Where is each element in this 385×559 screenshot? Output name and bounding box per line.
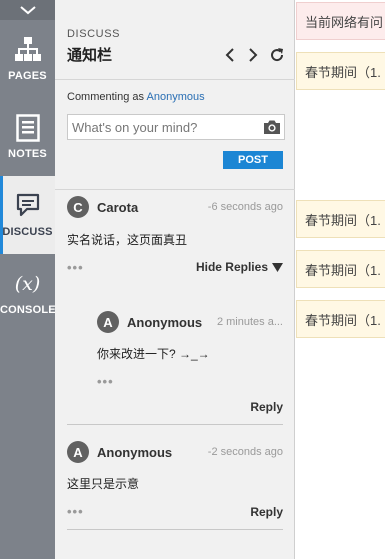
comment-time: -6 seconds ago [207, 201, 283, 213]
hide-replies-label: Hide Replies [195, 260, 268, 274]
rail-label-discuss: DISCUSS [2, 226, 53, 238]
sitemap-icon [14, 37, 41, 61]
commenting-user-link[interactable]: Anonymous [147, 91, 205, 103]
post-button[interactable]: POST [223, 151, 283, 169]
comment: C Carota -6 seconds ago 实名说话，这页面真丑 ••• H… [55, 190, 295, 285]
rail-label-pages: PAGES [8, 70, 47, 82]
comment-text: 实名说话，这页面真丑 [67, 233, 188, 247]
commenting-as: Commenting as Anonymous [67, 91, 205, 103]
panel-title: 通知栏 [67, 47, 113, 64]
list-item[interactable]: 春节期间（1. [296, 52, 385, 90]
prev-button[interactable] [221, 46, 239, 64]
notice-item[interactable]: 当前网络有问 [296, 2, 385, 40]
discuss-icon [16, 193, 39, 217]
comment-author[interactable]: Anonymous [97, 445, 172, 460]
caret-down-icon [272, 262, 283, 272]
divider [55, 79, 295, 80]
rail-item-discuss[interactable]: DISCUSS [0, 176, 55, 254]
comment-author[interactable]: Anonymous [127, 315, 202, 330]
discuss-panel: DISCUSS 通知栏 Commenting as Anonymous POST… [55, 0, 295, 559]
comment-author[interactable]: Carota [97, 200, 138, 215]
panel-kicker: DISCUSS [67, 28, 121, 40]
list-item[interactable]: 春节期间（1. [296, 200, 385, 238]
avatar[interactable]: C [67, 196, 89, 218]
reply-comment: A Anonymous 2 minutes a... 你来改进一下? →_→ •… [55, 300, 295, 425]
comment-text: 你来改进一下? →_→ [97, 347, 210, 361]
chevron-left-icon [225, 48, 234, 62]
notes-icon [15, 114, 40, 142]
chevron-down-icon [19, 6, 36, 15]
more-options-button[interactable]: ••• [97, 374, 114, 389]
divider [67, 529, 283, 530]
hide-replies-button[interactable]: Hide Replies [196, 260, 283, 274]
list-item[interactable]: 春节期间（1. [296, 250, 385, 288]
left-rail: PAGES NOTES DISCUSS (x) CONSOLE [0, 0, 56, 559]
console-icon: (x) [14, 273, 41, 295]
comment-input[interactable] [68, 115, 258, 139]
avatar[interactable]: A [67, 441, 89, 463]
comment-time: -2 seconds ago [207, 446, 283, 458]
refresh-button[interactable] [268, 46, 286, 64]
comment-time: 2 minutes a... [216, 316, 283, 328]
divider [67, 424, 283, 425]
reply-button[interactable]: Reply [250, 400, 283, 414]
comment-box [67, 114, 285, 140]
more-options-button[interactable]: ••• [67, 260, 84, 275]
rail-item-console[interactable]: (x) CONSOLE [0, 254, 56, 332]
next-button[interactable] [244, 46, 262, 64]
rail-item-pages[interactable]: PAGES [0, 20, 55, 98]
more-options-button[interactable]: ••• [67, 504, 84, 519]
reply-button[interactable]: Reply [250, 505, 283, 519]
camera-icon[interactable] [263, 119, 281, 135]
main-content: 当前网络有问 春节期间（1. 春节期间（1. 春节期间（1. 春节期间（1. [296, 0, 385, 559]
chevron-right-icon [249, 48, 258, 62]
rail-label-notes: NOTES [8, 148, 47, 160]
avatar[interactable]: A [97, 311, 119, 333]
commenting-prefix: Commenting as [67, 91, 145, 103]
list-item[interactable]: 春节期间（1. [296, 300, 385, 338]
refresh-icon [271, 48, 284, 62]
rail-item-notes[interactable]: NOTES [0, 98, 55, 176]
collapse-button[interactable] [0, 0, 55, 20]
rail-label-console: CONSOLE [0, 304, 56, 316]
comment-text: 这里只是示意 [67, 477, 140, 491]
comment: A Anonymous -2 seconds ago 这里只是示意 ••• Re… [55, 430, 295, 530]
